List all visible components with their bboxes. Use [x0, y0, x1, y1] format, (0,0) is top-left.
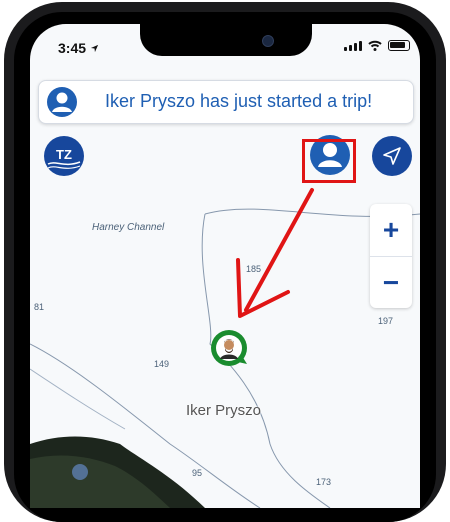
annotation-arrow: [236, 188, 314, 318]
user-avatar-icon: [211, 330, 247, 366]
user-location-marker[interactable]: [207, 326, 251, 370]
app-screen: 185 197 149 95 173 81 Harney Channel 3:4…: [30, 24, 420, 508]
user-name-label: Iker Pryszo: [186, 402, 262, 419]
